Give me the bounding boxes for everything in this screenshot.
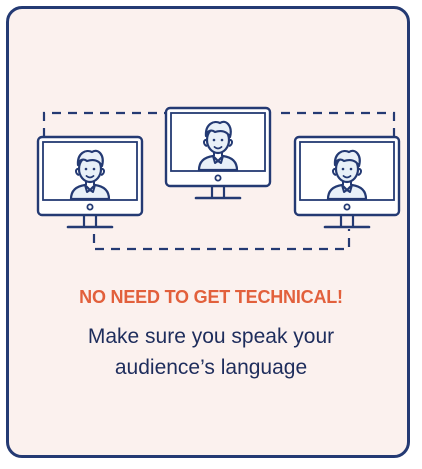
tip-card: NO NEED TO GET TECHNICAL! Make sure you … xyxy=(6,6,410,458)
subtext-line-2: audience’s language xyxy=(114,356,308,379)
center-monitor-icon xyxy=(164,106,272,200)
video-conference-illustration xyxy=(36,106,401,251)
right-monitor-icon xyxy=(293,135,401,229)
subtext: Make sure you speak your audience’s lang… xyxy=(9,321,413,383)
subtext-line-1: Make sure you speak your xyxy=(87,325,335,348)
headline: NO NEED TO GET TECHNICAL! xyxy=(79,287,343,307)
left-monitor-icon xyxy=(36,135,144,229)
